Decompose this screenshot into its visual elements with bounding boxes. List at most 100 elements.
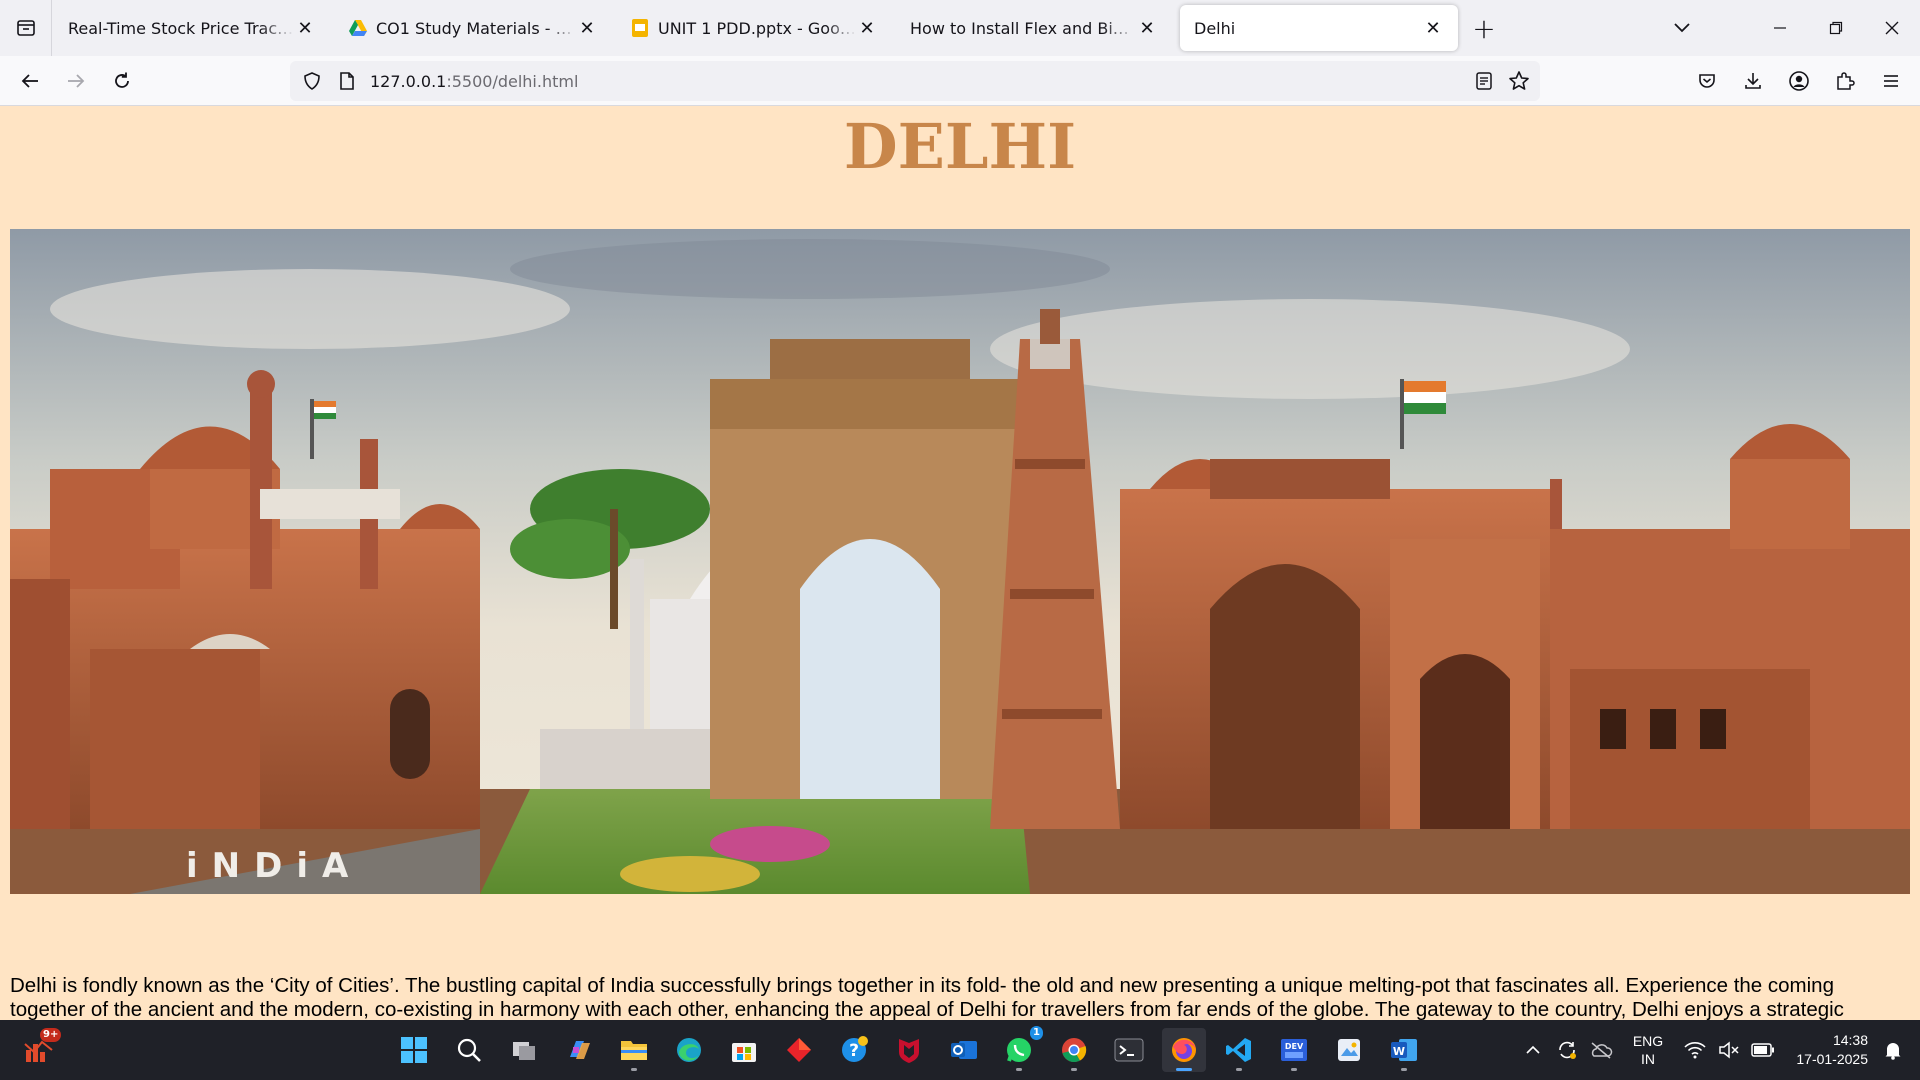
close-window-button[interactable] (1864, 0, 1920, 56)
tab-google-drive[interactable]: CO1 Study Materials - Google Drive ✕ (334, 5, 612, 51)
close-icon[interactable]: ✕ (294, 17, 316, 39)
tab-flex-bison[interactable]: How to Install Flex and Bison on Windows… (896, 5, 1172, 51)
wifi-icon (1684, 1042, 1706, 1059)
close-icon[interactable]: ✕ (1422, 17, 1444, 39)
whatsapp-badge: 1 (1030, 1026, 1043, 1040)
new-tab-button[interactable]: + (1464, 8, 1504, 48)
running-indicator (1401, 1068, 1407, 1071)
volume-muted-icon (1719, 1041, 1739, 1059)
dev-home-button[interactable]: DEV (1272, 1028, 1316, 1072)
tab-title: UNIT 1 PDD.pptx - Google Slides (658, 18, 856, 38)
shield-icon[interactable] (302, 71, 322, 91)
downloads-button[interactable] (1738, 66, 1768, 96)
tab-list-icon (16, 20, 35, 36)
show-hidden-icons-button[interactable] (1516, 1030, 1550, 1070)
app-red-diamond-button[interactable] (777, 1028, 821, 1072)
task-view-icon (513, 1042, 535, 1060)
vscode-icon (1226, 1038, 1251, 1062)
arrow-right-icon (68, 73, 85, 88)
mcafee-icon (899, 1039, 919, 1063)
menu-button[interactable] (1876, 66, 1906, 96)
extensions-button[interactable] (1830, 66, 1860, 96)
task-view-button[interactable] (502, 1028, 546, 1072)
outlook-button[interactable] (942, 1028, 986, 1072)
tab-title: Real-Time Stock Price Tracker (68, 18, 294, 38)
page-icon[interactable] (338, 71, 356, 91)
star-icon[interactable] (1508, 70, 1530, 92)
language-indicator[interactable]: ENG IN (1618, 1032, 1678, 1068)
volume-button[interactable] (1712, 1030, 1746, 1070)
url-path: :5500/delhi.html (446, 71, 579, 91)
toolbar-actions (1692, 61, 1906, 101)
tab-overflow-button[interactable] (1662, 8, 1702, 48)
word-button[interactable]: W (1382, 1028, 1426, 1072)
tab-title: CO1 Study Materials - Google Drive (376, 18, 576, 38)
widgets-button[interactable]: 9+ (22, 1028, 62, 1070)
notifications-button[interactable] (1876, 1030, 1910, 1070)
running-indicator (1236, 1068, 1242, 1071)
delhi-monuments-collage-image: iNDiA (10, 229, 1910, 894)
edge-button[interactable] (667, 1028, 711, 1072)
copilot-icon (570, 1041, 590, 1059)
help-icon: ? (842, 1036, 868, 1062)
tab-stock-tracker[interactable]: Real-Time Stock Price Tracker ✕ (54, 5, 330, 51)
battery-button[interactable] (1746, 1030, 1780, 1070)
close-icon[interactable]: ✕ (1136, 17, 1158, 39)
url-text[interactable]: 127.0.0.1:5500/delhi.html (370, 72, 578, 91)
download-icon (1745, 73, 1761, 89)
whatsapp-icon (1007, 1038, 1031, 1062)
vscode-button[interactable] (1217, 1028, 1261, 1072)
intro-paragraph: Delhi is fondly known as the ‘City of Ci… (10, 974, 1844, 1020)
tab-delhi[interactable]: Delhi ✕ (1180, 5, 1458, 51)
search-button[interactable] (447, 1028, 491, 1072)
account-button[interactable] (1784, 66, 1814, 96)
app-red-diamond-icon (787, 1038, 811, 1062)
store-icon (732, 1043, 756, 1062)
chrome-button[interactable] (1052, 1028, 1096, 1072)
window-controls (1752, 0, 1920, 56)
running-indicator (1176, 1068, 1192, 1071)
edge-icon (677, 1038, 701, 1062)
svg-text:DEV: DEV (1285, 1042, 1304, 1051)
whatsapp-button[interactable]: 1 (997, 1026, 1043, 1072)
mcafee-button[interactable] (887, 1028, 931, 1072)
windows-start-button[interactable] (392, 1028, 436, 1072)
copilot-button[interactable] (557, 1028, 601, 1072)
reload-button[interactable] (100, 61, 144, 101)
pocket-button[interactable] (1692, 66, 1722, 96)
tab-strip: Real-Time Stock Price Tracker ✕ CO1 Stud… (0, 0, 1920, 56)
store-button[interactable] (722, 1028, 766, 1072)
back-button[interactable] (8, 61, 52, 101)
restore-button[interactable] (1808, 0, 1864, 56)
chevron-up-icon (1526, 1045, 1540, 1054)
address-bar[interactable]: 127.0.0.1:5500/delhi.html (290, 61, 1540, 101)
tab-title: Delhi (1194, 18, 1236, 38)
help-button[interactable]: ? (832, 1028, 876, 1072)
wifi-button[interactable] (1678, 1030, 1712, 1070)
restore-icon (1829, 21, 1843, 35)
file-explorer-icon (621, 1041, 647, 1060)
firefox-button[interactable] (1162, 1028, 1206, 1072)
forward-button[interactable] (54, 61, 98, 101)
cloud-offline-icon (1591, 1042, 1613, 1059)
page-title: DELHI (843, 110, 1077, 183)
sync-button[interactable] (1550, 1030, 1584, 1070)
tab-google-slides[interactable]: UNIT 1 PDD.pptx - Google Slides ✕ (616, 5, 892, 51)
terminal-icon (1114, 1038, 1144, 1062)
file-explorer-button[interactable] (612, 1028, 656, 1072)
close-icon (1885, 21, 1899, 35)
reader-view-icon[interactable] (1474, 71, 1494, 91)
terminal-button[interactable] (1107, 1028, 1151, 1072)
onedrive-button[interactable] (1584, 1030, 1618, 1070)
close-icon[interactable]: ✕ (576, 17, 598, 39)
running-indicator (1291, 1068, 1297, 1071)
paint-button[interactable] (1327, 1028, 1371, 1072)
minimize-button[interactable] (1752, 0, 1808, 56)
plus-icon: + (1472, 11, 1496, 45)
running-indicator (631, 1068, 637, 1071)
bell-icon (1885, 1043, 1901, 1060)
running-indicator (1071, 1068, 1077, 1071)
tab-list-button[interactable] (0, 0, 52, 56)
clock[interactable]: 14:38 17-01-2025 (1780, 1031, 1868, 1069)
close-icon[interactable]: ✕ (856, 17, 878, 39)
